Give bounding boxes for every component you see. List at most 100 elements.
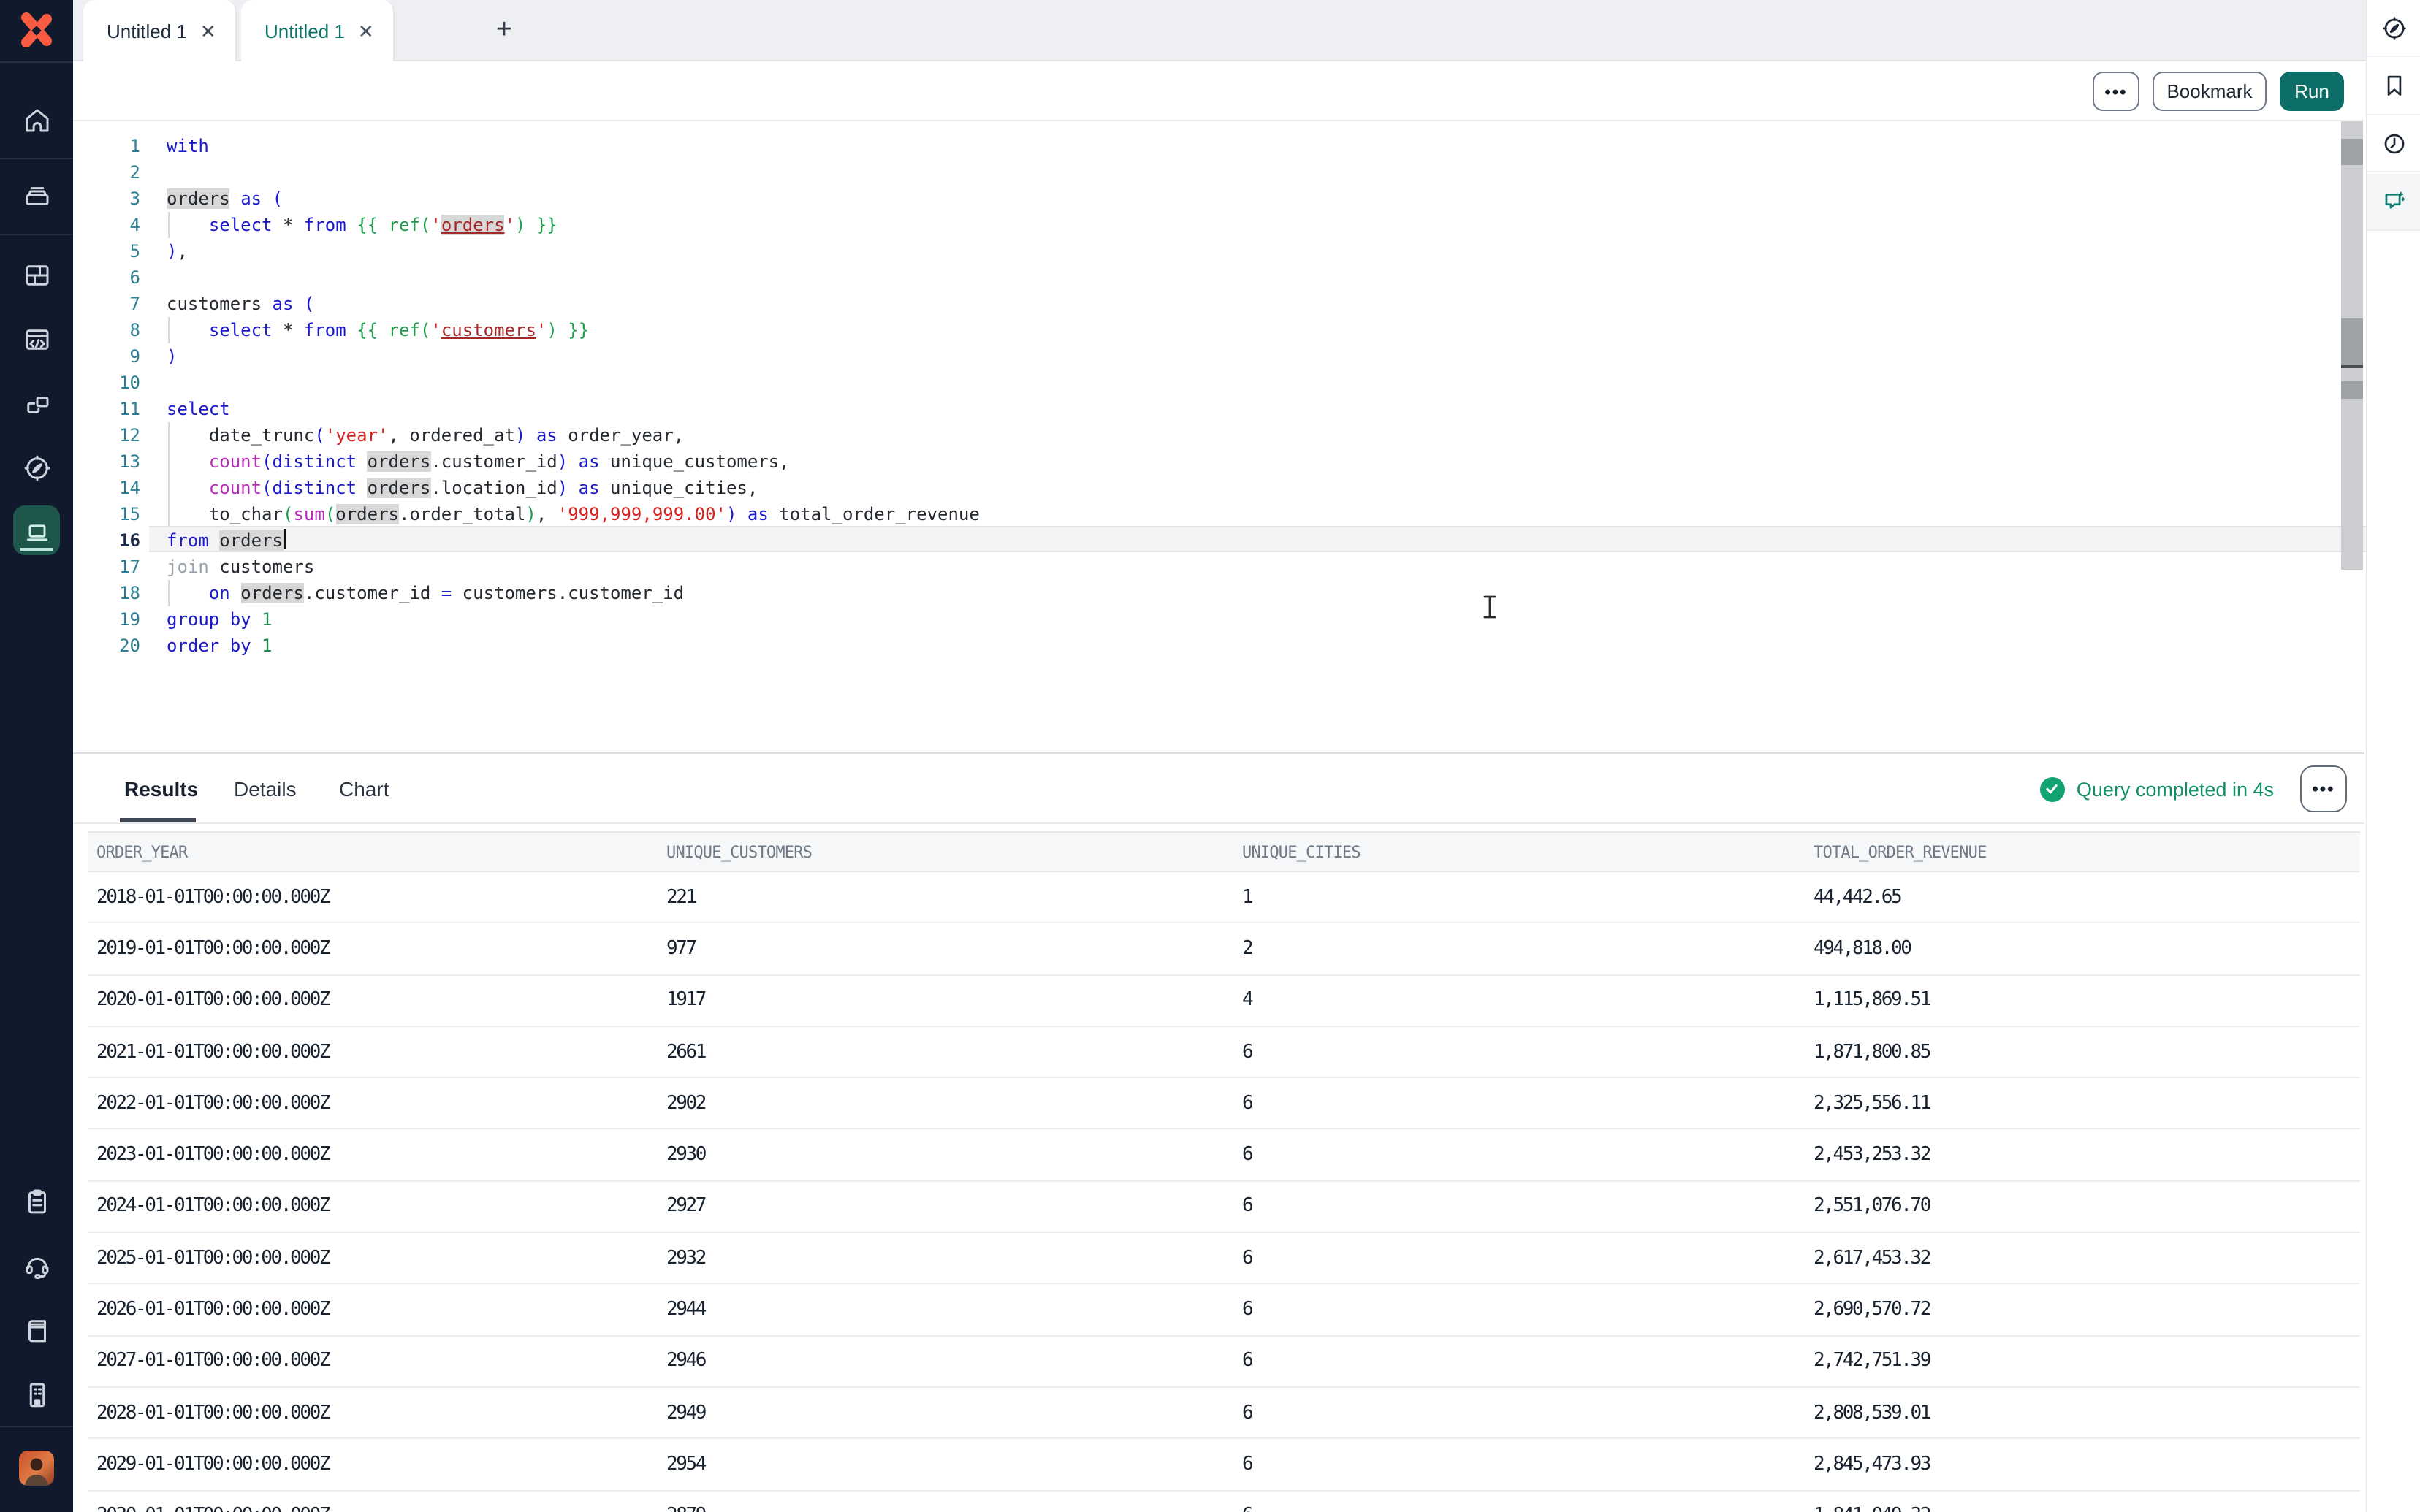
user-avatar[interactable]: [19, 1451, 54, 1486]
new-tab-button[interactable]: +: [484, 10, 525, 51]
code-text: count(distinct orders.location_id) as un…: [167, 475, 758, 501]
results-tab-chart[interactable]: Chart: [339, 754, 390, 822]
sidebar-item-code-window-icon[interactable]: [0, 310, 73, 368]
editor-more-button[interactable]: •••: [2093, 72, 2139, 111]
code-line-1[interactable]: 1with: [73, 133, 2341, 159]
code-line-14[interactable]: 14 count(distinct orders.location_id) as…: [73, 475, 2341, 501]
column-header[interactable]: UNIQUE_CITIES: [1242, 833, 1361, 871]
code-line-8[interactable]: 8 select * from {{ ref('customers') }}: [73, 317, 2341, 343]
sidebar-item-laptop-icon[interactable]: [0, 503, 73, 561]
sidebar-item-home-icon[interactable]: [0, 91, 73, 149]
table-row[interactable]: 2027-01-01T00:00:00.000Z294662,742,751.3…: [88, 1336, 2360, 1388]
sql-editor[interactable]: 1with23orders as (4 select * from {{ ref…: [73, 121, 2364, 752]
token: (: [325, 504, 335, 524]
bookmark-icon: [2380, 72, 2408, 99]
table-row[interactable]: 2018-01-01T00:00:00.000Z221144,442.65: [88, 872, 2360, 924]
code-line-15[interactable]: 15 to_char(sum(orders.order_total), '999…: [73, 501, 2341, 527]
right-sidebar-compass-icon[interactable]: [2367, 0, 2420, 57]
sidebar-item-clipboard-icon[interactable]: [0, 1172, 73, 1230]
token: as: [568, 451, 599, 472]
column-header[interactable]: UNIQUE_CUSTOMERS: [666, 833, 812, 871]
bookmark-button[interactable]: Bookmark: [2153, 72, 2267, 111]
results-tab-results[interactable]: Results: [124, 754, 191, 822]
token: unique_customers,: [600, 451, 790, 472]
sidebar-item-grid-icon[interactable]: [0, 245, 73, 304]
highlighted-occurrence: orders: [368, 478, 431, 498]
right-sidebar-bookmark-icon[interactable]: [2367, 58, 2420, 115]
token: .location_id: [430, 478, 557, 498]
table-row[interactable]: 2026-01-01T00:00:00.000Z294462,690,570.7…: [88, 1285, 2360, 1337]
code-line-16[interactable]: 16from orders: [73, 527, 2341, 554]
code-line-9[interactable]: 9): [73, 343, 2341, 370]
token: select: [167, 399, 230, 419]
scrollbar-thumb[interactable]: [2341, 139, 2363, 165]
table-cell: 2927: [666, 1182, 705, 1232]
token: unique_cities,: [600, 478, 758, 498]
code-line-2[interactable]: 2: [73, 159, 2341, 186]
run-button[interactable]: Run: [2280, 72, 2344, 111]
editor-scrollbar[interactable]: [2341, 121, 2363, 570]
line-number: 18: [73, 580, 140, 606]
table-cell: 2,617,453.32: [1814, 1233, 1930, 1283]
editor-tab-2[interactable]: Untitled 1✕: [241, 0, 395, 61]
table-row[interactable]: 2028-01-01T00:00:00.000Z294962,808,539.0…: [88, 1388, 2360, 1440]
sidebar-item-book-icon[interactable]: [0, 1300, 73, 1359]
table-row[interactable]: 2019-01-01T00:00:00.000Z9772494,818.00: [88, 924, 2360, 976]
table-row[interactable]: 2025-01-01T00:00:00.000Z293262,617,453.3…: [88, 1233, 2360, 1285]
token: (: [262, 451, 272, 472]
code-line-12[interactable]: 12 date_trunc('year', ordered_at) as ord…: [73, 422, 2341, 448]
table-row[interactable]: 2030-01-01T00:00:00.000Z287961,841,049.3…: [88, 1491, 2360, 1512]
sidebar-item-drawer-icon[interactable]: [0, 167, 73, 225]
code-line-6[interactable]: 6: [73, 264, 2341, 291]
code-line-19[interactable]: 19group by 1: [73, 606, 2341, 633]
compass-icon: [21, 452, 52, 483]
table-row[interactable]: 2021-01-01T00:00:00.000Z266161,871,800.8…: [88, 1027, 2360, 1079]
column-header[interactable]: ORDER_YEAR: [96, 833, 187, 871]
results-tab-details[interactable]: Details: [234, 754, 300, 822]
code-line-4[interactable]: 4 select * from {{ ref('orders') }}: [73, 212, 2341, 238]
tab-close-icon[interactable]: ✕: [200, 21, 216, 40]
sidebar-item-windows-icon[interactable]: [0, 375, 73, 434]
table-cell: 2027-01-01T00:00:00.000Z: [96, 1336, 329, 1386]
table-cell: 1,871,800.85: [1814, 1027, 1930, 1077]
code-line-7[interactable]: 7customers as (: [73, 291, 2341, 317]
text-caret: [283, 529, 286, 549]
code-line-18[interactable]: 18 on orders.customer_id = customers.cus…: [73, 580, 2341, 606]
token: {{: [357, 215, 388, 235]
table-body: 2018-01-01T00:00:00.000Z221144,442.65201…: [88, 872, 2360, 1512]
token: as: [737, 504, 768, 524]
table-row[interactable]: 2024-01-01T00:00:00.000Z292762,551,076.7…: [88, 1182, 2360, 1234]
code-line-20[interactable]: 20order by 1: [73, 633, 2341, 659]
line-number: 17: [73, 554, 140, 580]
code-line-11[interactable]: 11select: [73, 396, 2341, 422]
right-sidebar-ai-chat-icon[interactable]: [2367, 173, 2420, 230]
sidebar-item-headset-icon[interactable]: [0, 1236, 73, 1294]
table-row[interactable]: 2022-01-01T00:00:00.000Z290262,325,556.1…: [88, 1078, 2360, 1130]
app-logo[interactable]: [0, 0, 73, 61]
table-cell: 2,808,539.01: [1814, 1388, 1930, 1438]
table-row[interactable]: 2029-01-01T00:00:00.000Z295462,845,473.9…: [88, 1440, 2360, 1492]
results-more-button[interactable]: •••: [2300, 765, 2347, 812]
token: sum: [293, 504, 324, 524]
sidebar-item-building-icon[interactable]: [0, 1364, 73, 1423]
column-header[interactable]: TOTAL_ORDER_REVENUE: [1814, 833, 1986, 871]
right-sidebar-history-clock-icon[interactable]: [2367, 115, 2420, 172]
table-row[interactable]: 2023-01-01T00:00:00.000Z293062,453,253.3…: [88, 1130, 2360, 1182]
table-row[interactable]: 2020-01-01T00:00:00.000Z191741,115,869.5…: [88, 975, 2360, 1027]
sidebar-item-compass-icon[interactable]: [0, 438, 73, 497]
token: }}: [558, 320, 589, 340]
code-line-10[interactable]: 10: [73, 370, 2341, 396]
token: =: [441, 583, 452, 603]
table-cell: 1,841,049.32: [1814, 1491, 1930, 1512]
token: ): [167, 346, 177, 367]
code-text: from orders: [167, 527, 286, 554]
code-line-5[interactable]: 5),: [73, 238, 2341, 264]
tab-close-icon[interactable]: ✕: [358, 21, 374, 40]
editor-tab-1[interactable]: Untitled 1✕: [83, 0, 237, 61]
token: [357, 451, 367, 472]
clipboard-icon: [21, 1185, 52, 1216]
code-line-17[interactable]: 17join customers: [73, 554, 2341, 580]
token: to_char: [209, 504, 283, 524]
code-line-13[interactable]: 13 count(distinct orders.customer_id) as…: [73, 448, 2341, 475]
code-line-3[interactable]: 3orders as (: [73, 186, 2341, 212]
